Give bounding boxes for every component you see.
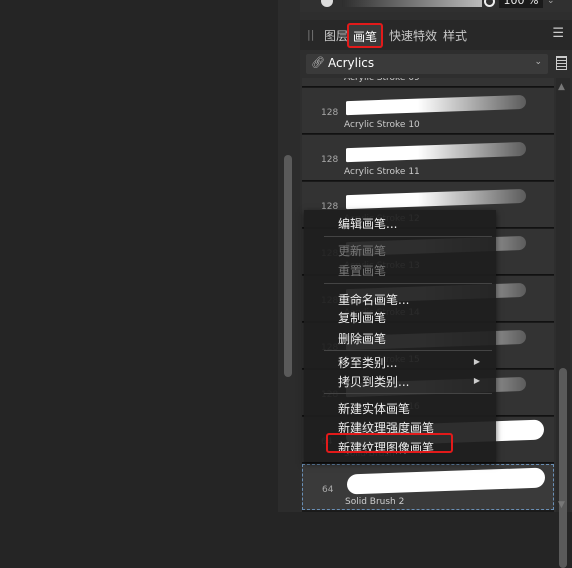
category-name: Acrylics	[328, 56, 375, 70]
brush-item[interactable]: 128 Acrylic Stroke 10	[302, 88, 554, 134]
scroll-up-icon[interactable]: ▲	[558, 82, 565, 92]
menu-item[interactable]: 重置画笔	[338, 262, 386, 279]
menu-item[interactable]: 拷贝到类别...	[338, 373, 409, 390]
opacity-value[interactable]: 100 %	[499, 0, 543, 8]
menu-item[interactable]: 新建实体画笔	[338, 400, 410, 417]
opacity-slider[interactable]	[342, 0, 482, 7]
grip-icon[interactable]: ||	[307, 28, 314, 41]
opacity-bar: 100 % ⌄	[300, 0, 572, 12]
tab-brushes[interactable]: 画笔	[347, 23, 384, 48]
highlight-box	[326, 433, 453, 453]
brush-name: Acrylic Stroke 10	[344, 120, 420, 130]
submenu-arrow-icon: ▶	[473, 376, 480, 385]
brush-preview	[347, 467, 545, 495]
menu-item[interactable]: 复制画笔	[338, 309, 386, 326]
menu-separator	[324, 393, 492, 394]
tab-fx[interactable]: 快速特效	[389, 27, 437, 44]
menu-separator	[324, 283, 492, 284]
brush-item[interactable]: Acrylic Stroke 09	[302, 78, 554, 87]
submenu-arrow-icon: ▶	[473, 357, 480, 366]
menu-item[interactable]: 重命名画笔...	[338, 291, 409, 308]
canvas-scrollbar[interactable]	[284, 155, 292, 377]
brush-size: 128	[321, 155, 339, 165]
opacity-slider-handle[interactable]	[484, 0, 495, 7]
brush-preview	[346, 94, 526, 116]
panel-tabs: || 图层 画笔 快速特效 样式 ☰	[300, 20, 572, 50]
brush-preview	[346, 188, 526, 210]
list-view-icon[interactable]	[556, 56, 567, 70]
link-icon: 🔗︎	[311, 56, 325, 69]
brush-size: 64	[322, 485, 334, 495]
chevron-down-icon: ⌄	[534, 57, 542, 67]
scroll-thumb[interactable]	[559, 368, 567, 568]
list-scrollbar[interactable]: ▲ ▼	[556, 78, 570, 568]
canvas-area	[0, 0, 278, 512]
brush-preview	[346, 141, 526, 163]
tab-layers[interactable]: 图层	[324, 27, 348, 44]
menu-item[interactable]: 编辑画笔...	[338, 215, 397, 232]
brush-name: Acrylic Stroke 09	[344, 78, 420, 83]
brush-size: 128	[321, 108, 339, 118]
tab-styles[interactable]: 样式	[443, 27, 467, 44]
brush-item[interactable]: 128 Acrylic Stroke 11	[302, 135, 554, 181]
menu-item[interactable]: 删除画笔	[338, 330, 386, 347]
color-dot	[321, 0, 333, 7]
hamburger-menu-icon[interactable]: ☰	[552, 26, 564, 41]
menu-separator	[324, 236, 492, 237]
chevron-down-icon[interactable]: ⌄	[547, 0, 555, 6]
brush-item[interactable]: 64 Solid Brush 2	[302, 464, 554, 510]
scroll-down-icon[interactable]: ▼	[558, 500, 565, 510]
menu-item[interactable]: 更新画笔	[338, 242, 386, 259]
brush-name: Acrylic Stroke 11	[344, 167, 420, 177]
brush-name: Solid Brush 2	[345, 497, 405, 507]
menu-separator	[324, 350, 492, 351]
menu-item[interactable]: 移至类别...	[338, 354, 397, 371]
context-menu: 编辑画笔... 更新画笔重置画笔重命名画笔... 复制画笔删除画笔移至类别... ▶ 拷…	[304, 210, 496, 462]
category-dropdown[interactable]: 🔗︎ Acrylics ⌄	[306, 54, 548, 74]
